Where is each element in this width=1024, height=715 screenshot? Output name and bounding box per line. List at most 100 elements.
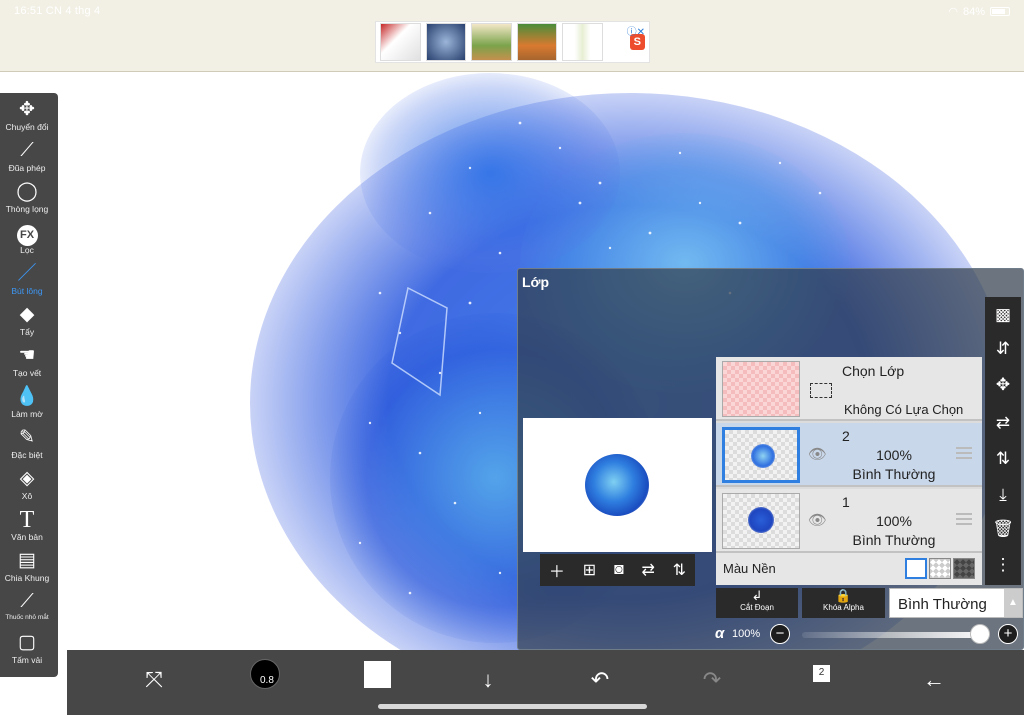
tool-label: Tấm vải (11, 655, 43, 665)
merge-down-icon[interactable]: ⤓ (985, 485, 1021, 505)
status-time-date: 16:51 CN 4 thg 4 (14, 5, 100, 17)
flip-vertical-icon[interactable]: ⇅ (985, 449, 1021, 469)
opacity-minus-button[interactable]: − (770, 624, 790, 644)
tool-lasso[interactable]: ◯ Thòng lọng (0, 181, 54, 214)
ad-image-5[interactable] (562, 23, 603, 61)
text-icon: T (19, 507, 35, 533)
eyedropper-icon: ⟋ (20, 591, 34, 612)
visibility-eye-icon[interactable]: 👁 (808, 445, 827, 463)
home-indicator (378, 704, 647, 709)
tool-smudge[interactable]: ☚ Tạo vết (0, 345, 54, 378)
tool-text[interactable]: T Văn bản (0, 507, 54, 542)
ad-banner[interactable]: S ⓘ✕ (375, 21, 650, 63)
tool-filter[interactable]: FX Lọc (0, 222, 54, 255)
smudge-icon: ☚ (18, 345, 36, 366)
ad-image-2[interactable] (425, 23, 467, 61)
tool-blur[interactable]: 💧 Làm mờ (0, 386, 54, 419)
move-icon: ✥ (19, 99, 35, 120)
move-layer-icon[interactable]: ✥ (985, 375, 1021, 395)
ad-image-1[interactable] (380, 23, 421, 61)
background-transparent-swatch[interactable] (929, 558, 951, 579)
undo-button[interactable]: ↶ (580, 660, 620, 700)
drag-handle-icon[interactable] (956, 447, 972, 459)
ad-image-3[interactable] (471, 23, 512, 61)
layer-mode: Bình Thường (852, 532, 936, 548)
alpha-lock-button[interactable]: 🔒 Khóa Alpha (802, 588, 885, 618)
back-button[interactable]: ← (914, 660, 954, 700)
opacity-slider[interactable] (802, 632, 988, 638)
tool-move[interactable]: ✥ Chuyển đổi (0, 99, 54, 132)
tool-label: Tạo vết (12, 368, 42, 378)
opacity-slider-knob[interactable] (970, 624, 990, 644)
more-icon[interactable]: ⋮ (985, 555, 1021, 575)
camera-icon[interactable]: ◙ (614, 561, 624, 579)
tool-magic-wand[interactable]: ⟋ Đũa phép (0, 140, 54, 173)
transform-button[interactable]: ⤧ (134, 660, 174, 700)
battery-percent: 84% (962, 5, 985, 18)
download-button[interactable]: ↓ (468, 660, 508, 700)
fx-icon: FX (0, 222, 54, 246)
tool-bucket[interactable]: ◈ Xô (0, 468, 54, 501)
frame-divide-icon: ▤ (18, 550, 36, 571)
layer-thumbnail (722, 493, 800, 549)
ad-image-4[interactable] (516, 23, 558, 61)
add-frame-icon[interactable]: ⊞ (583, 560, 596, 580)
flip-horizontal-icon[interactable]: ⇄ (985, 413, 1021, 433)
tool-label: Đũa phép (8, 163, 46, 173)
clipping-label: Cắt Đoạn (740, 603, 774, 612)
blend-mode-select[interactable]: Bình Thường ▲ (889, 588, 1023, 618)
selection-layer-title: Chọn Lớp (842, 363, 905, 379)
background-color-label: Màu Nền (723, 561, 776, 576)
tool-eraser[interactable]: ◆ Tẩy (0, 304, 54, 337)
tool-label: Xô (21, 491, 33, 501)
layer-thumbnail (722, 427, 800, 483)
layer-mode: Bình Thường (852, 466, 936, 482)
layers-panel: Lớp ＋ ⊞ ◙ ⇄ ⇅ Chọn Lớp Không Có Lựa Chọn… (517, 268, 1024, 650)
tool-frame-divide[interactable]: ▤ Chia Khung (0, 550, 54, 583)
layers-button[interactable]: 2 (813, 665, 830, 682)
tool-sidebar: ✥ Chuyển đổi ⟋ Đũa phép ◯ Thòng lọng FX … (0, 93, 58, 677)
tool-eyedropper[interactable]: ⟋ Thuốc nhỏ mắt (0, 591, 54, 621)
ad-close-icon[interactable]: ⓘ✕ (627, 23, 645, 38)
tool-label: Đặc biệt (11, 450, 43, 460)
flip-horizontal-icon[interactable]: ⇄ (641, 560, 654, 580)
fx-glyph: FX (16, 225, 38, 246)
tool-brush[interactable]: ／ Bút lông (0, 263, 54, 296)
alpha-lock-label: Khóa Alpha (823, 603, 864, 612)
color-picker-button[interactable] (364, 661, 391, 688)
selection-layer-thumbnail (722, 361, 800, 417)
add-layer-icon[interactable]: ＋ (549, 558, 565, 582)
checker-icon[interactable]: ▩ (985, 305, 1021, 325)
eraser-icon: ◆ (19, 304, 35, 325)
arrow-left-icon: ← (923, 667, 945, 692)
background-white-swatch[interactable] (905, 558, 927, 579)
layer-row[interactable]: 👁 1 100% Bình Thường (716, 489, 982, 553)
trash-icon[interactable]: 🗑 (985, 519, 1021, 539)
flip-vertical-icon[interactable]: ⇅ (673, 560, 686, 580)
preview-toolbar: ＋ ⊞ ◙ ⇄ ⇅ (540, 554, 695, 586)
canvas-icon: ▢ (18, 632, 36, 653)
layer-list: Chọn Lớp Không Có Lựa Chọn 👁 2 100% Bình… (716, 357, 982, 585)
lock-icon: 🔒 (835, 588, 852, 603)
opacity-plus-button[interactable]: + (998, 624, 1018, 644)
layer-side-tools: ▩ ⇵ ✥ ⇄ ⇅ ⤓ 🗑 ⋮ (985, 297, 1021, 585)
visibility-eye-icon[interactable]: 👁 (808, 511, 827, 529)
blend-mode-value: Bình Thường (898, 596, 987, 613)
status-date: CN 4 thg 4 (45, 5, 101, 17)
selection-marquee-icon (810, 383, 832, 398)
tool-special[interactable]: ✎ Đặc biệt (0, 427, 54, 460)
status-right: ◠ 84% (948, 5, 1010, 18)
layer-number: 1 (842, 494, 850, 510)
layer-row[interactable]: 👁 2 100% Bình Thường (716, 423, 982, 487)
selection-layer-row[interactable]: Chọn Lớp Không Có Lựa Chọn (716, 357, 982, 421)
clipping-button[interactable]: ↲ Cắt Đoạn (716, 588, 798, 618)
undo-icon: ↶ (590, 667, 610, 692)
layer-opacity: 100% (876, 513, 912, 529)
thumbnail-image (748, 507, 774, 533)
drag-handle-icon[interactable] (956, 513, 972, 525)
background-dark-swatch[interactable] (953, 558, 975, 579)
redo-button[interactable]: ↷ (692, 660, 732, 700)
tool-canvas[interactable]: ▢ Tấm vải (0, 632, 54, 665)
transform-icon: ⤧ (145, 667, 163, 692)
swap-layers-icon[interactable]: ⇵ (985, 339, 1021, 359)
